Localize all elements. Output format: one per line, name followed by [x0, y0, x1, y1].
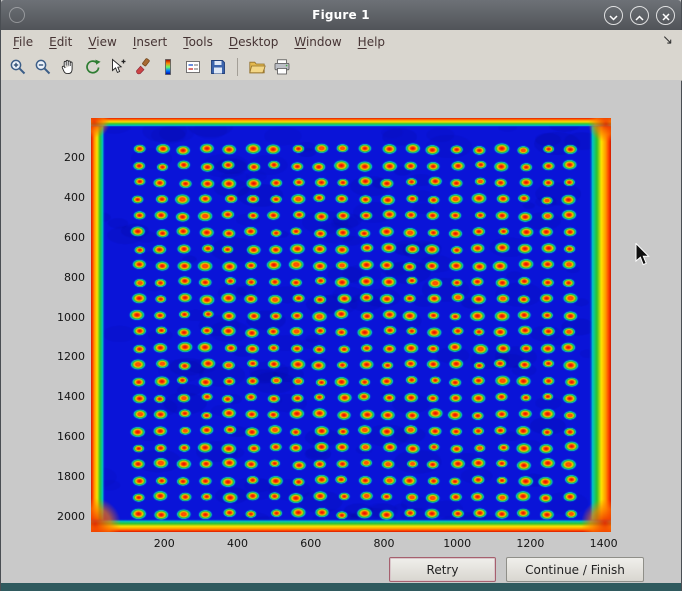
menu-item-view[interactable]: View — [80, 32, 124, 52]
y-tick-label: 1400 — [49, 390, 85, 403]
close-icon — [662, 6, 670, 25]
retry-button[interactable]: Retry — [389, 557, 496, 582]
chevron-down-icon — [609, 6, 618, 25]
maximize-button[interactable] — [630, 6, 649, 25]
zoom-out-button[interactable] — [32, 56, 54, 78]
y-tick-label: 1600 — [49, 430, 85, 443]
brush-icon — [134, 58, 152, 76]
open-file-icon — [248, 58, 266, 76]
x-tick-label: 200 — [144, 537, 184, 550]
menu-item-edit[interactable]: Edit — [41, 32, 80, 52]
zoom-out-icon — [34, 58, 52, 76]
menu-item-help[interactable]: Help — [350, 32, 393, 52]
window-controls — [604, 6, 675, 25]
window-bottom-border — [1, 583, 681, 591]
menu-item-window[interactable]: Window — [286, 32, 349, 52]
open-file-button[interactable] — [246, 56, 268, 78]
y-tick-label: 1800 — [49, 470, 85, 483]
data-cursor-icon — [109, 58, 127, 76]
toolbar — [1, 53, 682, 81]
menu-item-insert[interactable]: Insert — [125, 32, 175, 52]
toolbar-separator — [237, 58, 238, 76]
save-figure-button[interactable] — [207, 56, 229, 78]
close-button[interactable] — [656, 6, 675, 25]
chevron-up-icon — [635, 6, 644, 25]
y-tick-label: 800 — [49, 271, 85, 284]
continue-finish-button[interactable]: Continue / Finish — [506, 557, 644, 582]
zoom-in-button[interactable] — [7, 56, 29, 78]
rotate-3d-button[interactable] — [82, 56, 104, 78]
title-bar[interactable]: Figure 1 — [1, 0, 681, 30]
x-tick-label: 400 — [217, 537, 257, 550]
window-menu-icon[interactable] — [9, 7, 25, 23]
zoom-in-icon — [9, 58, 27, 76]
heatmap-plot[interactable] — [91, 118, 611, 532]
y-tick-label: 600 — [49, 231, 85, 244]
minimize-button[interactable] — [604, 6, 623, 25]
insert-colorbar-icon — [159, 58, 177, 76]
print-figure-button[interactable] — [271, 56, 293, 78]
window-title: Figure 1 — [312, 8, 370, 22]
save-figure-icon — [209, 58, 227, 76]
menu-item-tools[interactable]: Tools — [175, 32, 221, 52]
pan-icon — [59, 58, 77, 76]
menu-bar-items: FileEditViewInsertToolsDesktopWindowHelp — [5, 32, 393, 52]
menu-item-desktop[interactable]: Desktop — [221, 32, 287, 52]
y-tick-label: 400 — [49, 191, 85, 204]
y-tick-label: 200 — [49, 151, 85, 164]
data-cursor-button[interactable] — [107, 56, 129, 78]
x-tick-label: 600 — [291, 537, 331, 550]
y-tick-label: 2000 — [49, 510, 85, 523]
x-tick-label: 1200 — [510, 537, 550, 550]
pan-button[interactable] — [57, 56, 79, 78]
insert-legend-icon — [184, 58, 202, 76]
brush-button[interactable] — [132, 56, 154, 78]
insert-colorbar-button[interactable] — [157, 56, 179, 78]
menu-bar: FileEditViewInsertToolsDesktopWindowHelp — [1, 30, 682, 53]
figure-window: Figure 1 FileEditViewInsertToolsDesktopW… — [0, 0, 682, 591]
insert-legend-button[interactable] — [182, 56, 204, 78]
y-tick-label: 1000 — [49, 311, 85, 324]
dock-arrow-icon[interactable]: ↘ — [662, 34, 673, 47]
x-tick-label: 1400 — [584, 537, 624, 550]
rotate-3d-icon — [84, 58, 102, 76]
menu-item-file[interactable]: File — [5, 32, 41, 52]
x-tick-label: 1000 — [437, 537, 477, 550]
y-tick-label: 1200 — [49, 350, 85, 363]
x-tick-label: 800 — [364, 537, 404, 550]
print-figure-icon — [273, 58, 291, 76]
